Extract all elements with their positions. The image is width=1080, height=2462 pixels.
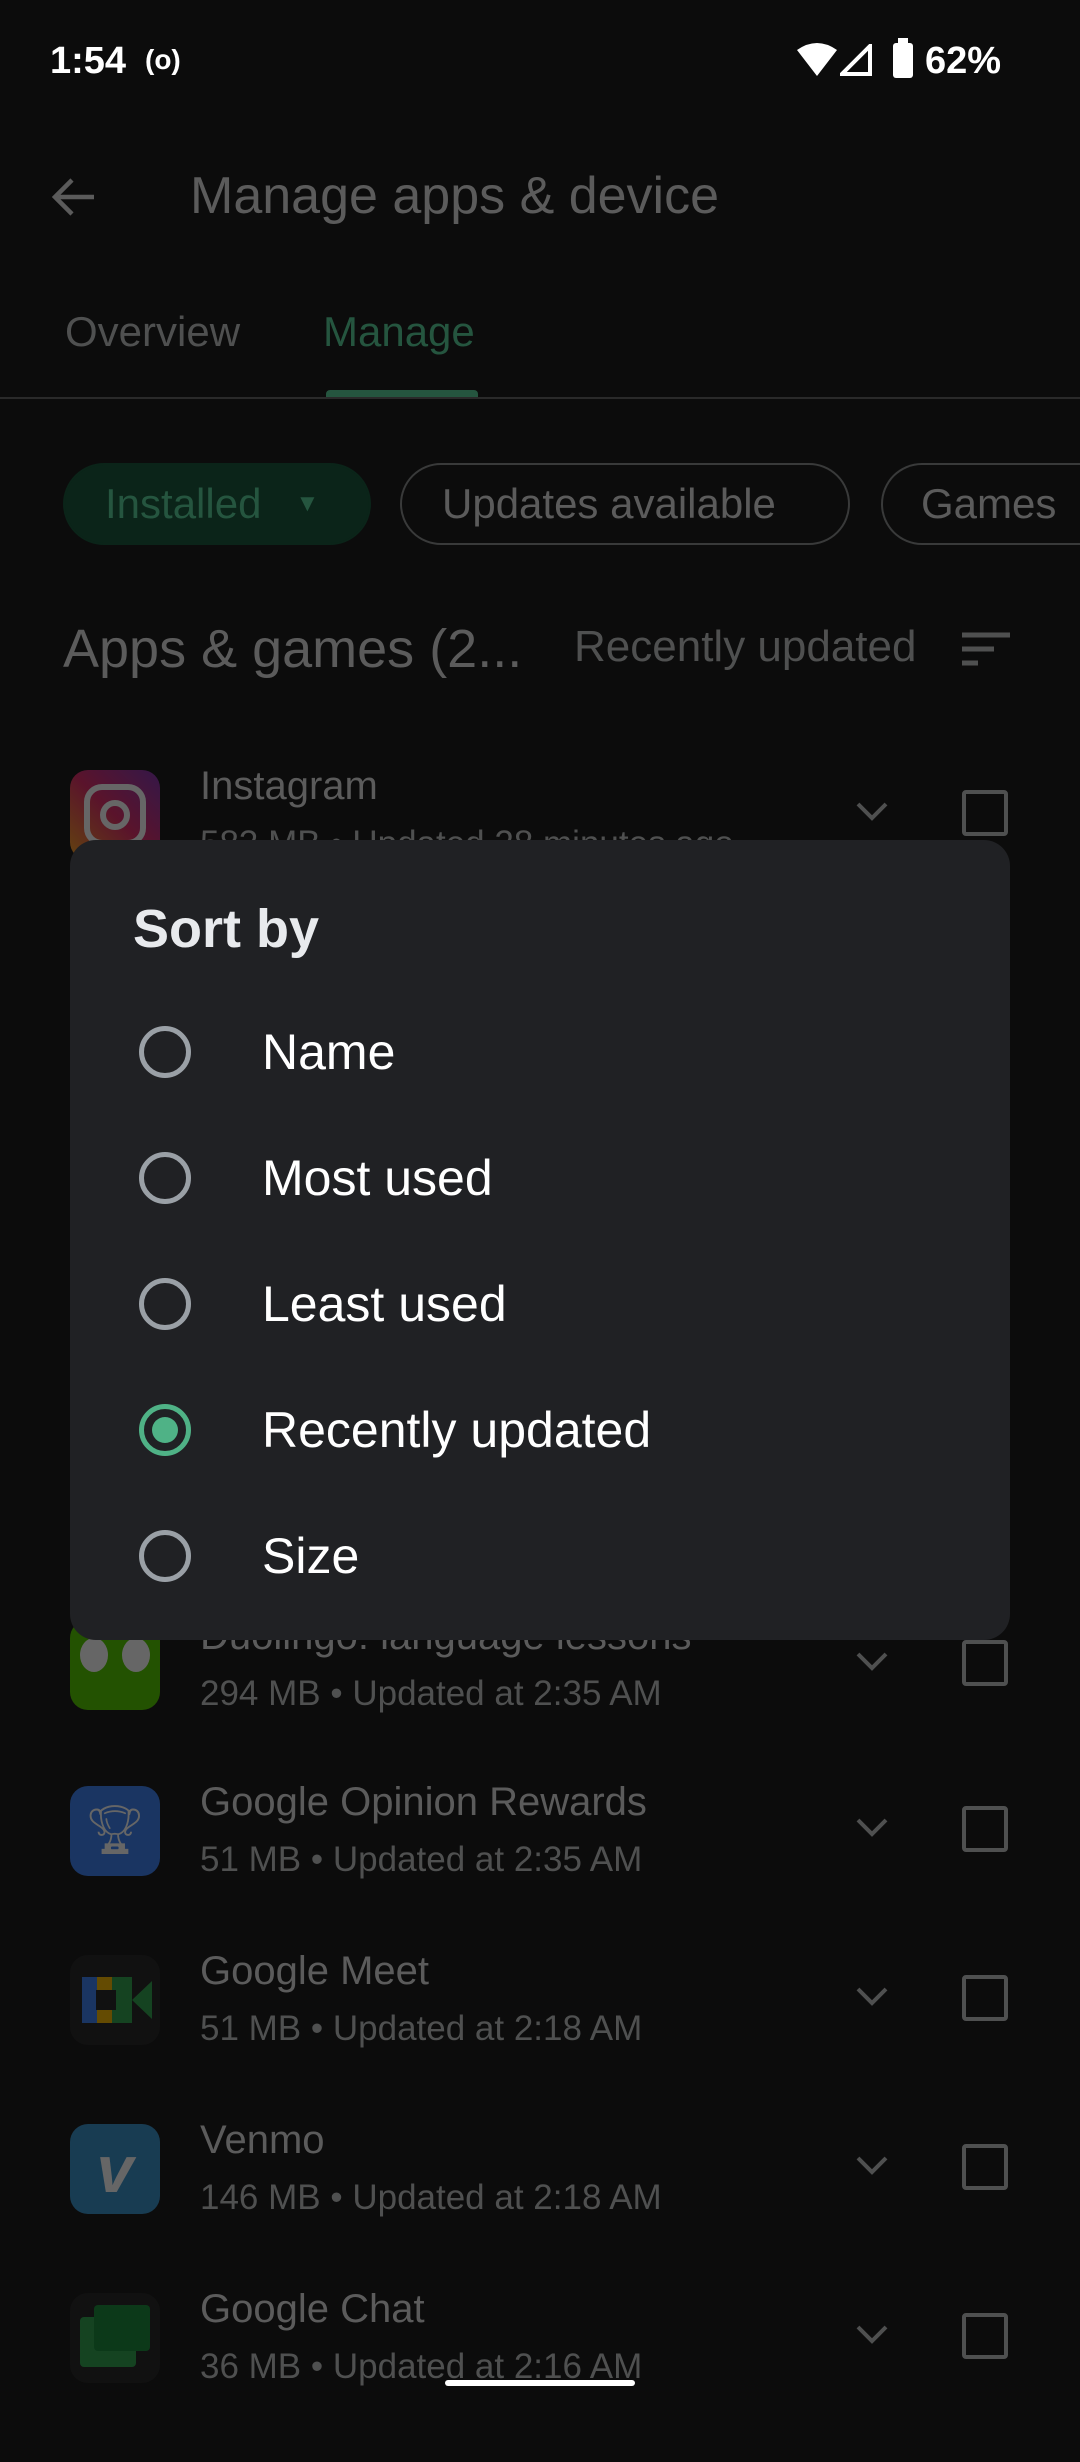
radio-button-selected[interactable] [139,1404,191,1456]
sort-option-most-used[interactable]: Most used [70,1118,1010,1238]
tab-manage[interactable]: Manage [323,308,475,356]
chip-games[interactable]: Games [881,463,1080,545]
sort-label[interactable]: Recently updated [574,622,916,672]
opinion-rewards-icon: 🏆︎ [70,1786,160,1876]
app-name: Google Chat [200,2287,425,2331]
venmo-icon: v [70,2124,160,2214]
chip-installed-label: Installed [105,480,262,527]
option-label: Name [262,1024,396,1080]
select-checkbox[interactable] [962,2144,1008,2190]
hotspot-icon: (o) [145,44,181,75]
chevron-down-icon[interactable] [852,1642,892,1682]
battery-icon [893,38,913,78]
option-label: Most used [262,1150,493,1206]
chip-installed[interactable]: Installed ▼ [63,463,371,545]
meet-icon [70,1955,160,2045]
wifi-icon [797,43,837,76]
sort-by-dialog: Sort by Name Most used Least used Recent… [70,840,1010,1640]
sort-option-recently-updated[interactable]: Recently updated [70,1370,1010,1490]
sort-icon[interactable] [962,632,1010,666]
sort-option-size[interactable]: Size [70,1496,1010,1616]
radio-button[interactable] [139,1530,191,1582]
chip-updates-available[interactable]: Updates available [400,463,850,545]
sort-option-least-used[interactable]: Least used [70,1244,1010,1364]
app-details: 51 MB • Updated at 2:35 AM [200,1840,643,1879]
select-checkbox[interactable] [962,2313,1008,2359]
chevron-down-icon[interactable] [852,2146,892,2186]
option-label: Recently updated [262,1402,652,1458]
chevron-down-icon[interactable] [852,1977,892,2017]
app-details: 51 MB • Updated at 2:18 AM [200,2009,643,2048]
home-gesture-bar[interactable] [445,2380,635,2386]
back-arrow-icon[interactable] [50,176,96,218]
battery-level: 62% [925,40,1002,82]
app-details: 146 MB • Updated at 2:18 AM [200,2178,662,2217]
dialog-title: Sort by [133,899,320,959]
page-title: Manage apps & device [190,167,720,225]
radio-button[interactable] [139,1152,191,1204]
select-checkbox[interactable] [962,1975,1008,2021]
app-details: 294 MB • Updated at 2:35 AM [200,1674,662,1713]
tab-overview[interactable]: Overview [65,308,240,356]
radio-button[interactable] [139,1278,191,1330]
select-checkbox[interactable] [962,1806,1008,1852]
option-label: Size [262,1528,360,1584]
apps-count-heading: Apps & games (2... [63,619,523,679]
chevron-down-icon[interactable] [852,1808,892,1848]
chevron-down-icon[interactable] [852,792,892,832]
chat-icon [70,2293,160,2383]
app-row-opinion-rewards[interactable]: 🏆︎ Google Opinion Rewards 51 MB • Update… [0,1780,1080,1955]
app-name: Google Opinion Rewards [200,1780,647,1824]
radio-button[interactable] [139,1026,191,1078]
status-time: 1:54 [50,40,127,82]
option-label: Least used [262,1276,507,1332]
app-row-google-meet[interactable]: Google Meet 51 MB • Updated at 2:18 AM [0,1949,1080,2124]
app-row-google-chat[interactable]: Google Chat 36 MB • Updated at 2:16 AM [0,2287,1080,2462]
app-row-duolingo[interactable]: Duolingo: language lessons 294 MB • Upda… [0,1614,1080,1789]
dropdown-arrow-icon: ▼ [295,490,320,517]
sort-option-name[interactable]: Name [70,992,1010,1112]
chevron-down-icon[interactable] [852,2315,892,2355]
tab-divider [0,397,1080,399]
select-checkbox[interactable] [962,790,1008,836]
app-name: Instagram [200,764,378,808]
select-checkbox[interactable] [962,1640,1008,1686]
app-row-venmo[interactable]: v Venmo 146 MB • Updated at 2:18 AM [0,2118,1080,2293]
app-name: Google Meet [200,1949,430,1993]
signal-icon [840,44,872,76]
app-name: Venmo [200,2118,325,2162]
